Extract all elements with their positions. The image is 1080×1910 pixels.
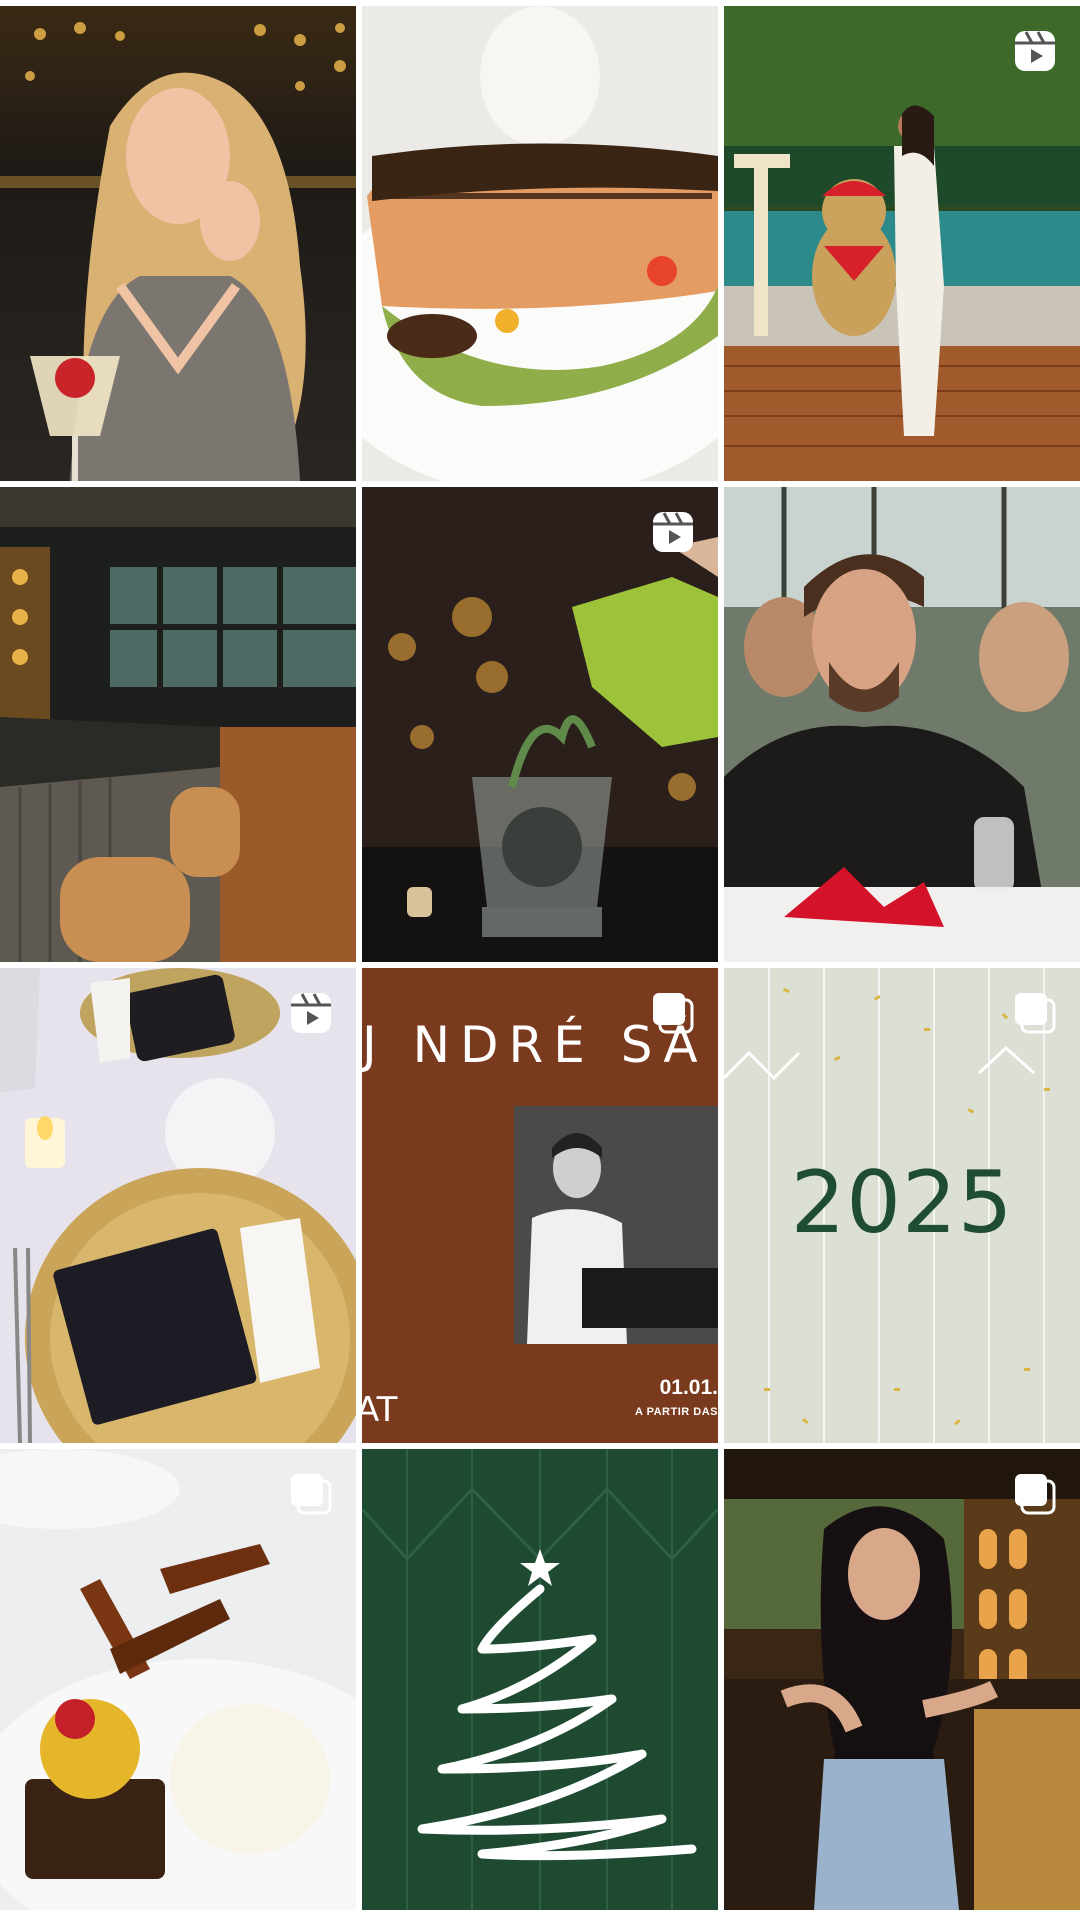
post-image [724,1449,1080,1910]
post-image [0,1449,356,1910]
post-image [362,6,718,481]
dj-logo-text: AT [362,1390,398,1430]
post-image [0,6,356,481]
carousel-icon [1012,1471,1058,1517]
dj-subtitle-text: A PARTIR DAS [635,1406,718,1418]
reel-icon [1012,28,1058,74]
post-image [362,487,718,962]
carousel-icon [288,1471,334,1517]
post-image [0,968,356,1443]
carousel-icon [1012,990,1058,1036]
post-woman-cocktail[interactable] [0,6,356,481]
post-dessert[interactable] [0,1449,356,1910]
post-dj-andre-sa[interactable]: J NDRÉ SÁ 01.01. A PARTIR DAS AT [362,968,718,1443]
post-table-setting[interactable] [0,968,356,1443]
post-restaurant-bar[interactable] [0,487,356,962]
post-woman-bar[interactable] [724,1449,1080,1910]
post-2025[interactable]: 2025 [724,968,1080,1443]
profile-post-grid: J NDRÉ SÁ 01.01. A PARTIR DAS AT 2025 [0,0,1080,1910]
post-salmon-dish[interactable] [362,6,718,481]
reel-icon [650,509,696,555]
post-christmas-tree[interactable] [362,1449,718,1910]
post-image [362,1449,718,1910]
reel-icon [288,990,334,1036]
post-image [724,487,1080,962]
carousel-icon [650,990,696,1036]
post-image [0,487,356,962]
year-headline: 2025 [790,1153,1014,1253]
post-cocktail-pour[interactable] [362,487,718,962]
dj-date-text: 01.01. [659,1376,718,1399]
post-man-dinner[interactable] [724,487,1080,962]
post-woman-pool-bear[interactable] [724,6,1080,481]
post-image [724,6,1080,481]
